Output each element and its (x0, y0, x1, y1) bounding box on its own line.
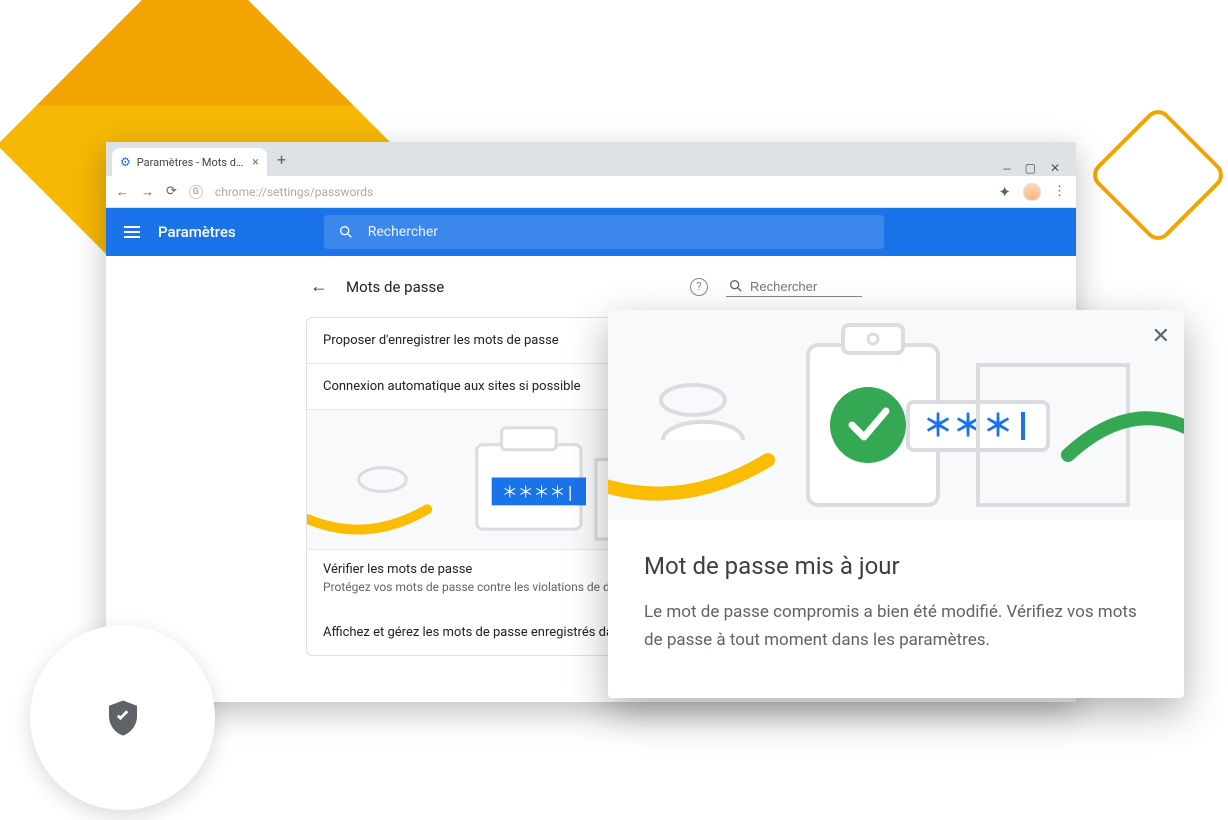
svg-text:＊＊＊＊|: ＊＊＊＊| (502, 484, 575, 502)
search-icon (338, 224, 354, 240)
site-info-icon[interactable]: G (189, 185, 203, 199)
gear-icon: ⚙ (120, 155, 131, 169)
close-tab-icon[interactable]: × (252, 155, 259, 170)
menu-hamburger-icon[interactable] (124, 226, 140, 238)
shield-check-icon (102, 697, 144, 739)
panel-search[interactable] (726, 276, 862, 297)
svg-text:＊＊＊: ＊＊＊ (923, 412, 1013, 446)
row-label: Proposer d'enregistrer les mots de passe (323, 333, 559, 348)
back-arrow-icon[interactable]: ← (310, 276, 328, 297)
row-label: Connexion automatique aux sites si possi… (323, 379, 581, 394)
modal-hero: ✕ ＊＊＊ (608, 310, 1184, 520)
search-placeholder: Rechercher (368, 224, 438, 240)
reload-button[interactable]: ⟳ (166, 184, 177, 199)
panel-title: Mots de passe (346, 278, 444, 296)
menu-icon[interactable]: ⋮ (1053, 184, 1066, 199)
modal-title: Mot de passe mis à jour (644, 552, 1148, 580)
url-text[interactable]: chrome://settings/passwords (215, 185, 373, 199)
settings-header: Paramètres Rechercher (106, 208, 1076, 256)
decorative-circle (30, 625, 215, 810)
panel-search-input[interactable] (750, 279, 860, 294)
settings-title: Paramètres (158, 223, 236, 241)
window-controls: — ▢ ✕ (993, 161, 1070, 176)
close-icon[interactable]: ✕ (1152, 324, 1170, 349)
password-updated-modal: ✕ ＊＊＊ Mot de passe mis à jour Le mot de … (608, 310, 1184, 698)
maximize-button[interactable]: ▢ (1025, 161, 1036, 176)
address-bar: ← → ⟳ G chrome://settings/passwords ✦ ⋮ (106, 176, 1076, 208)
profile-avatar[interactable] (1023, 183, 1041, 201)
help-icon[interactable]: ? (690, 278, 708, 296)
modal-body: Mot de passe mis à jour Le mot de passe … (608, 520, 1184, 698)
browser-tab[interactable]: ⚙ Paramètres - Mots de passe × (112, 148, 267, 176)
tab-bar: ⚙ Paramètres - Mots de passe × + — ▢ ✕ (106, 142, 1076, 176)
minimize-button[interactable]: — (1003, 162, 1010, 176)
modal-illustration: ＊＊＊ (608, 310, 1184, 520)
modal-text: Le mot de passe compromis a bien été mod… (644, 598, 1148, 654)
search-icon (728, 278, 744, 294)
tab-title: Paramètres - Mots de passe (137, 156, 246, 169)
close-window-button[interactable]: ✕ (1050, 161, 1060, 176)
forward-button[interactable]: → (141, 184, 154, 200)
back-button[interactable]: ← (116, 184, 129, 200)
extensions-icon[interactable]: ✦ (998, 183, 1011, 201)
settings-search[interactable]: Rechercher (324, 215, 884, 249)
decorative-diamond (1087, 104, 1228, 245)
new-tab-button[interactable]: + (267, 150, 296, 169)
